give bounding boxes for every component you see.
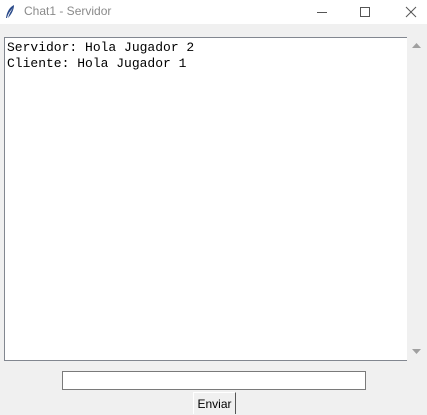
vertical-scrollbar[interactable] (408, 37, 425, 361)
arrow-down-icon (412, 349, 421, 354)
scroll-down-button[interactable] (408, 344, 425, 361)
chat-message: Servidor: Hola Jugador 2 (7, 40, 195, 55)
minimize-icon (317, 12, 327, 13)
window-title: Chat1 - Servidor (24, 4, 112, 18)
minimize-button[interactable] (299, 0, 345, 24)
close-button[interactable] (388, 0, 427, 24)
chat-message: Cliente: Hola Jugador 1 (7, 56, 187, 71)
maximize-icon (360, 7, 370, 17)
message-input[interactable] (62, 371, 366, 390)
title-bar[interactable]: Chat1 - Servidor (0, 0, 427, 24)
send-button[interactable]: Enviar (193, 392, 236, 414)
close-icon (405, 6, 417, 18)
chat-log[interactable]: Servidor: Hola Jugador 2 Cliente: Hola J… (4, 37, 407, 361)
scroll-up-button[interactable] (408, 37, 425, 54)
chat-lines: Servidor: Hola Jugador 2 Cliente: Hola J… (6, 40, 194, 72)
maximize-button[interactable] (342, 0, 388, 24)
arrow-up-icon (412, 43, 421, 48)
feather-icon (4, 4, 16, 20)
